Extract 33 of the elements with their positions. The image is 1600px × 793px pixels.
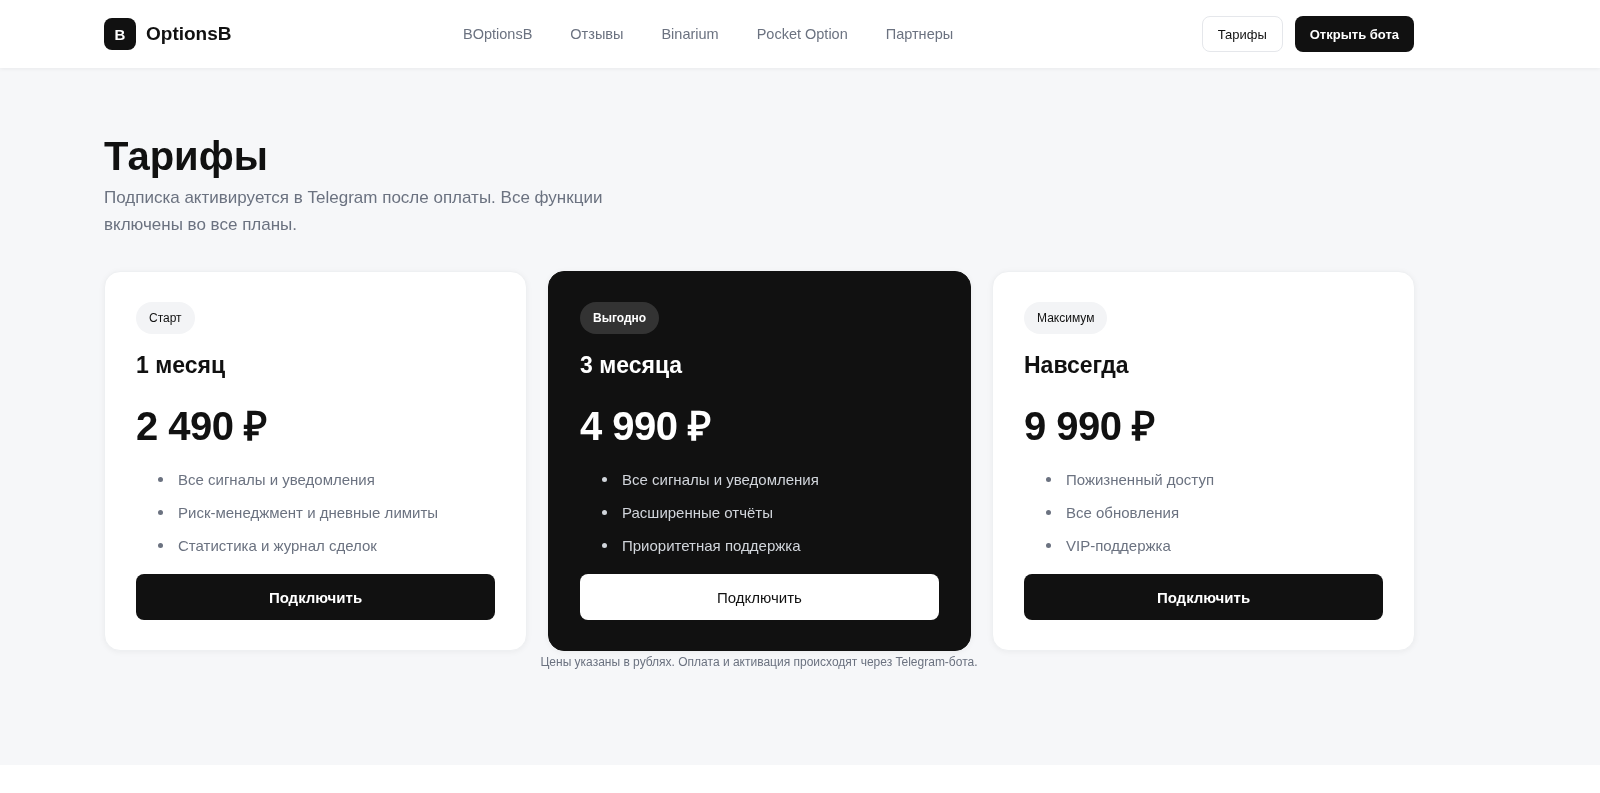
- nav-link[interactable]: Binarium: [661, 26, 719, 42]
- nav-link[interactable]: BOptionsB: [463, 26, 533, 42]
- plan-badge: Максимум: [1024, 302, 1108, 334]
- plan-badge: Старт: [136, 302, 195, 334]
- feature-item: Все сигналы и уведомления: [158, 470, 495, 489]
- tariffs-button[interactable]: Тарифы: [1201, 16, 1283, 52]
- feature-item: Все обновления: [1046, 503, 1383, 522]
- nav-link[interactable]: Pocket Option: [756, 26, 848, 42]
- feature-item: VIP-поддержка: [1046, 536, 1383, 555]
- pricing-note: Цены указаны в рублях. Оплата и активация происходят через Telegram-бота.: [539, 655, 979, 669]
- nav-link[interactable]: Партнеры: [885, 26, 954, 42]
- plan-name: 1 месяц: [136, 352, 227, 379]
- subscribe-button[interactable]: Подключить: [136, 574, 495, 620]
- brand-name[interactable]: OptionsB: [146, 23, 232, 45]
- logo-icon[interactable]: B: [104, 18, 136, 50]
- plan-name: Навсегда: [1024, 352, 1130, 379]
- plan-price: 4 990 ₽: [580, 403, 712, 450]
- feature-item: Расширенные отчёты: [602, 503, 939, 522]
- page-subtitle: Подписка активируется в Telegram после оплаты. Все функции включены во все планы.: [104, 187, 604, 236]
- plan-name: 3 месяца: [580, 352, 684, 379]
- plan-price: 2 490 ₽: [136, 403, 268, 450]
- feature-item: Все сигналы и уведомления: [602, 470, 939, 489]
- feature-item: Приоритетная поддержка: [602, 536, 939, 555]
- feature-item: Пожизненный доступ: [1046, 470, 1383, 489]
- nav-link[interactable]: Отзывы: [570, 26, 624, 42]
- feature-item: Риск-менеджмент и дневные лимиты: [158, 503, 495, 522]
- subscribe-button[interactable]: Подключить: [580, 574, 939, 620]
- open-bot-button[interactable]: Открыть бота: [1294, 16, 1414, 52]
- plan-badge: Выгодно: [580, 302, 660, 334]
- subscribe-button[interactable]: Подключить: [1024, 574, 1383, 620]
- feature-item: Статистика и журнал сделок: [158, 536, 495, 555]
- page-title: Тарифы: [104, 134, 269, 178]
- plan-price: 9 990 ₽: [1024, 403, 1156, 450]
